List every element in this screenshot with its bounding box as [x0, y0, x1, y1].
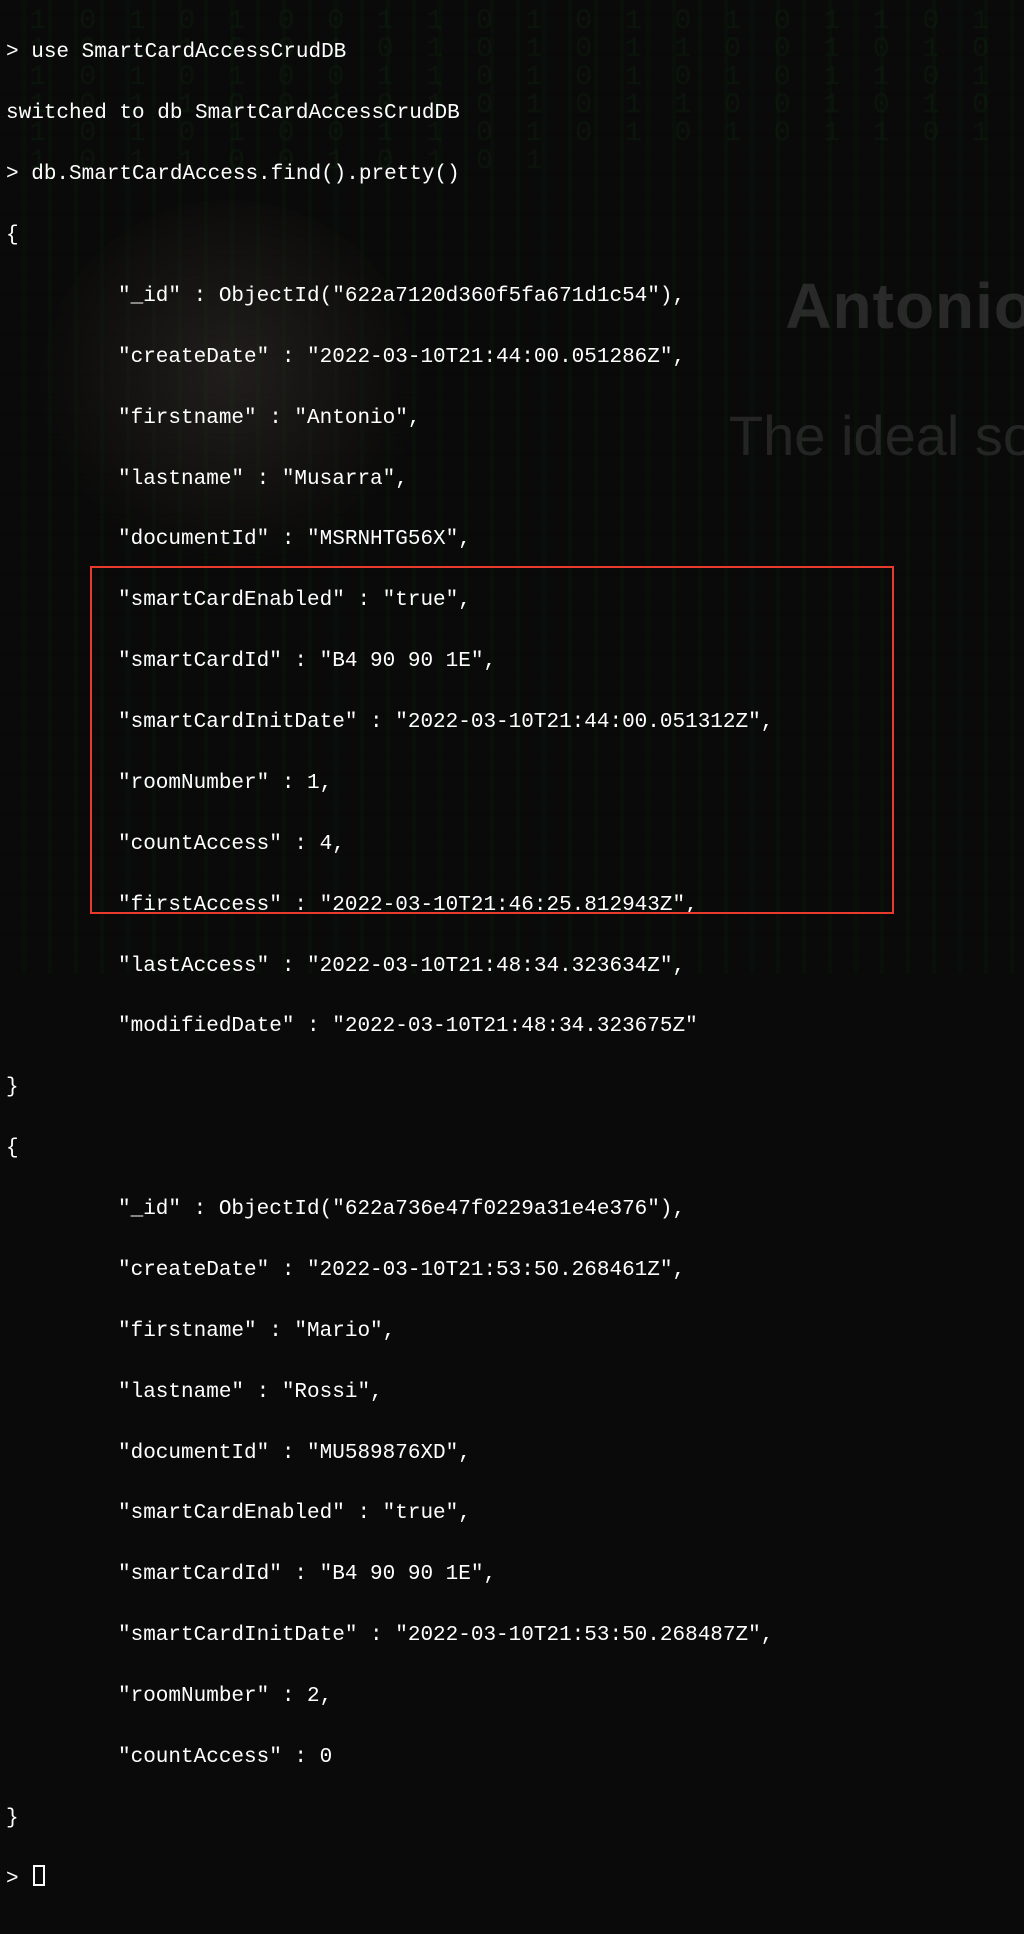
record-field: "createDate" : "2022-03-10T21:53:50.2684…: [6, 1256, 1018, 1286]
record-field: "firstname" : "Antonio",: [6, 404, 1018, 434]
record-field: "smartCardInitDate" : "2022-03-10T21:44:…: [6, 708, 1018, 738]
record-field: "smartCardEnabled" : "true",: [6, 1499, 1018, 1529]
prompt-symbol: >: [6, 1868, 19, 1891]
command-use: use SmartCardAccessCrudDB: [31, 41, 346, 64]
record-field: "documentId" : "MSRNHTG56X",: [6, 525, 1018, 555]
record-field: "firstAccess" : "2022-03-10T21:46:25.812…: [6, 891, 1018, 921]
record-field: "firstname" : "Mario",: [6, 1317, 1018, 1347]
record-field: "smartCardId" : "B4 90 90 1E",: [6, 1560, 1018, 1590]
record-field: "lastAccess" : "2022-03-10T21:48:34.3236…: [6, 952, 1018, 982]
record-field: "smartCardId" : "B4 90 90 1E",: [6, 647, 1018, 677]
record-field: "documentId" : "MU589876XD",: [6, 1439, 1018, 1469]
record-field: "smartCardInitDate" : "2022-03-10T21:53:…: [6, 1621, 1018, 1651]
record-field: "_id" : ObjectId("622a736e47f0229a31e4e3…: [6, 1195, 1018, 1225]
record-field: "smartCardEnabled" : "true",: [6, 586, 1018, 616]
response-switched: switched to db SmartCardAccessCrudDB: [6, 99, 1018, 129]
brace-open: {: [6, 1134, 1018, 1164]
record-field: "lastname" : "Rossi",: [6, 1378, 1018, 1408]
record-field: "_id" : ObjectId("622a7120d360f5fa671d1c…: [6, 282, 1018, 312]
record-field: "countAccess" : 4,: [6, 830, 1018, 860]
command-find: db.SmartCardAccess.find().pretty(): [31, 163, 459, 186]
record-field: "roomNumber" : 1,: [6, 769, 1018, 799]
record-field: "lastname" : "Musarra",: [6, 465, 1018, 495]
brace-open: {: [6, 221, 1018, 251]
prompt-symbol: >: [6, 163, 19, 186]
terminal-cursor[interactable]: [33, 1865, 45, 1886]
terminal-output[interactable]: > use SmartCardAccessCrudDB switched to …: [0, 0, 1024, 1934]
prompt-symbol: >: [6, 41, 19, 64]
record-field: "createDate" : "2022-03-10T21:44:00.0512…: [6, 343, 1018, 373]
brace-close: }: [6, 1073, 1018, 1103]
record-field: "roomNumber" : 2,: [6, 1682, 1018, 1712]
record-field: "modifiedDate" : "2022-03-10T21:48:34.32…: [6, 1012, 1018, 1042]
record-field: "countAccess" : 0: [6, 1743, 1018, 1773]
brace-close: }: [6, 1804, 1018, 1834]
